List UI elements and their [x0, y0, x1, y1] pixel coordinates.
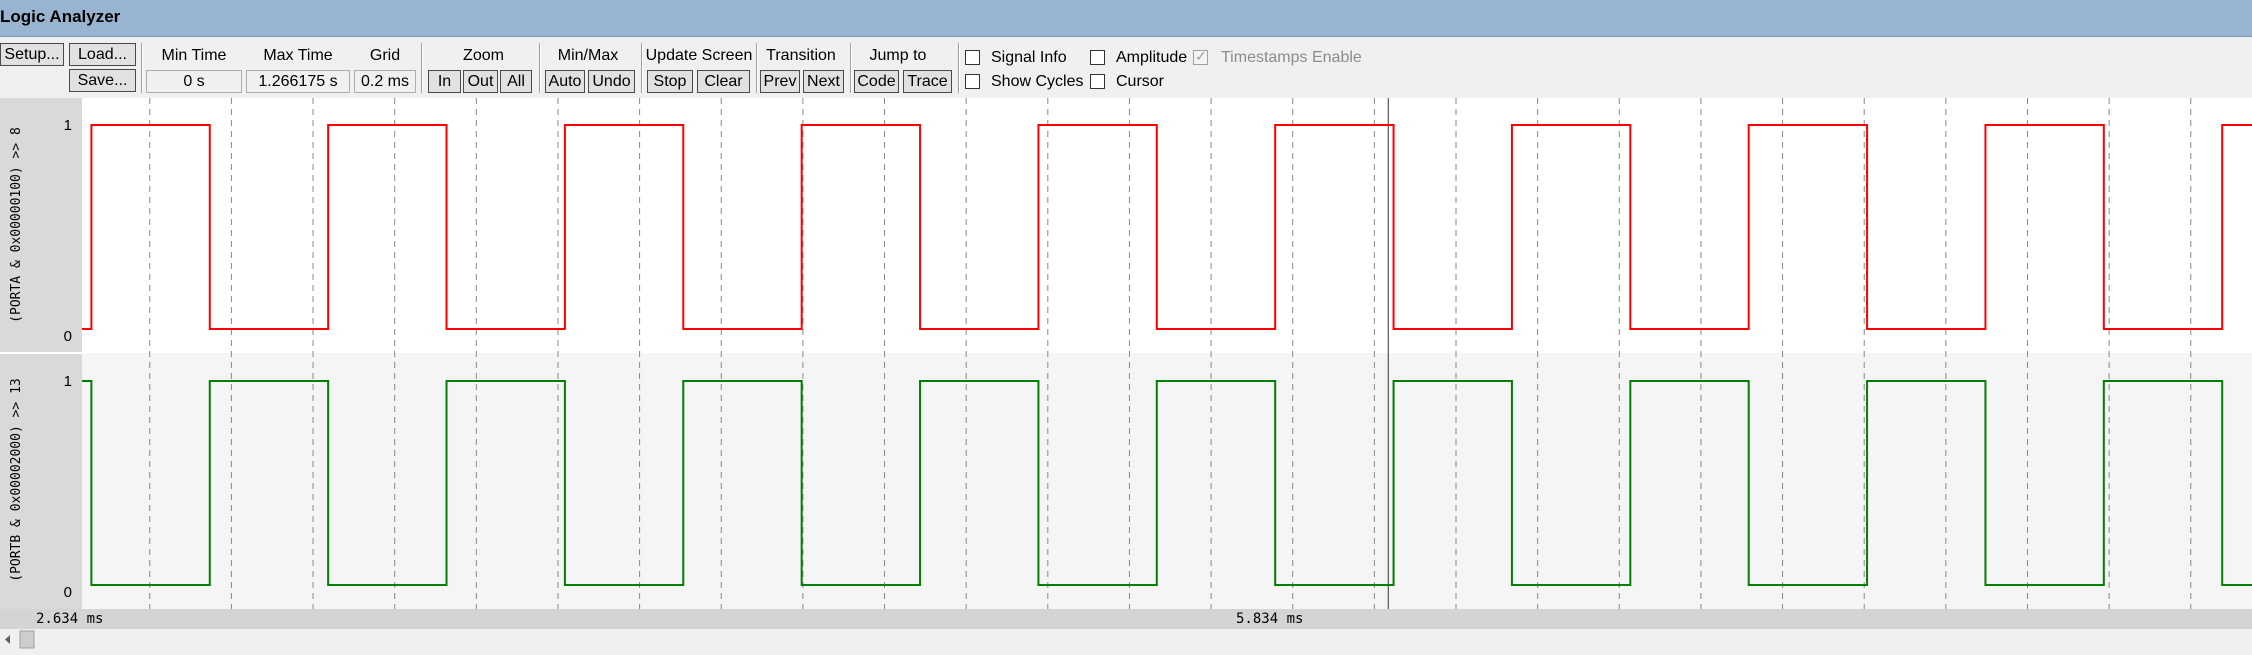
title-bar: Logic Analyzer — [0, 0, 2252, 37]
update-screen-label: Update Screen — [645, 47, 753, 64]
y-min-label: 0 — [64, 328, 72, 345]
zoom-in-button[interactable]: In — [428, 70, 461, 93]
undo-button[interactable]: Undo — [588, 70, 635, 93]
amplitude-label: Amplitude — [1116, 49, 1188, 66]
load-button[interactable]: Load... — [69, 43, 136, 66]
setup-button[interactable]: Setup... — [0, 43, 64, 66]
minmax-label: Min/Max — [557, 47, 619, 64]
signal-name-label: (PORTB & 0x00002000) >> 13 — [9, 378, 24, 582]
horizontal-scrollbar[interactable] — [0, 629, 2252, 650]
scroll-thumb[interactable] — [19, 630, 35, 649]
scroll-left-arrow-icon[interactable] — [5, 635, 10, 644]
prev-transition-button[interactable]: Prev — [760, 70, 800, 93]
signal-info-checkbox[interactable] — [965, 50, 980, 65]
zoom-all-button[interactable]: All — [500, 70, 532, 93]
cursor-label: Cursor — [1116, 73, 1165, 90]
separator — [958, 43, 959, 93]
separator — [539, 43, 540, 93]
cursor-checkbox[interactable] — [1090, 74, 1105, 89]
separator — [641, 43, 642, 93]
separator — [141, 43, 142, 93]
show-cycles-label: Show Cycles — [991, 73, 1084, 90]
zoom-out-button[interactable]: Out — [463, 70, 498, 93]
zoom-label: Zoom — [463, 47, 504, 64]
signal-info-label: Signal Info — [991, 49, 1067, 66]
grid-label: Grid — [369, 47, 401, 64]
separator — [421, 43, 422, 93]
amplitude-checkbox[interactable] — [1090, 50, 1105, 65]
jump-to-label: Jump to — [869, 47, 927, 64]
left-time-label: 2.634 ms — [36, 611, 104, 627]
signal-lane-1-background — [82, 353, 2252, 609]
time-axis-bar: 2.634 ms 5.834 ms — [0, 609, 2252, 629]
waveform-canvas: (PORTA & 0x00000100) >> 8 1 0 (PORTB & 0x00… — [0, 98, 2252, 609]
save-button[interactable]: Save... — [69, 69, 136, 92]
toolbar: Setup... Load... Save... Min Time 0 s Ma… — [0, 37, 2252, 98]
window-title: Logic Analyzer — [0, 7, 121, 26]
grid-value: 0.2 ms — [354, 70, 416, 93]
min-time-value: 0 s — [146, 70, 242, 93]
timestamps-enable-checkbox — [1193, 48, 1208, 65]
show-cycles-checkbox[interactable] — [965, 74, 980, 89]
waveform-area[interactable]: (PORTA & 0x00000100) >> 8 1 0 (PORTB & 0x00… — [0, 98, 2252, 609]
clear-button[interactable]: Clear — [697, 70, 750, 93]
separator — [756, 43, 757, 93]
stop-button[interactable]: Stop — [647, 70, 693, 93]
jump-code-button[interactable]: Code — [854, 70, 899, 93]
auto-button[interactable]: Auto — [545, 70, 585, 93]
separator — [850, 43, 851, 93]
timestamps-enable-label: Timestamps Enable — [1221, 49, 1362, 66]
min-time-label: Min Time — [161, 47, 227, 64]
next-transition-button[interactable]: Next — [803, 70, 844, 93]
y-max-label: 1 — [64, 117, 72, 134]
y-max-label: 1 — [64, 373, 72, 390]
transition-label: Transition — [766, 47, 836, 64]
cursor-time-label: 5.834 ms — [1236, 611, 1304, 627]
max-time-label: Max Time — [263, 47, 333, 64]
jump-trace-button[interactable]: Trace — [903, 70, 952, 93]
signal-lane-0-background — [82, 98, 2252, 353]
signal-name-label: (PORTA & 0x00000100) >> 8 — [9, 127, 24, 323]
y-min-label: 0 — [64, 584, 72, 601]
max-time-value: 1.266175 s — [246, 70, 350, 93]
